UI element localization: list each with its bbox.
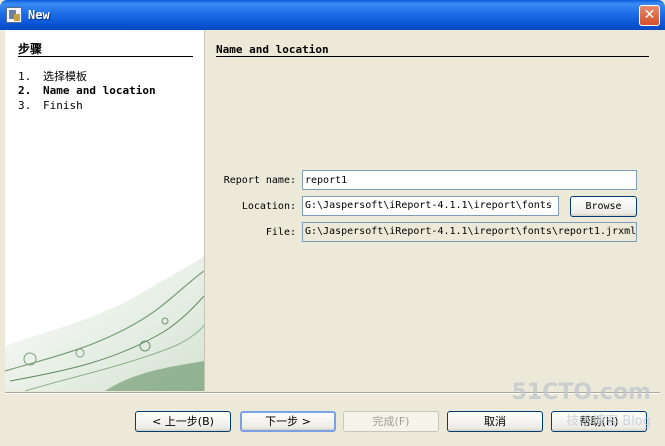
location-field[interactable]: G:\Jaspersoft\iReport-4.1.1\ireport\font… <box>302 196 559 216</box>
step-label: Name and location <box>43 84 156 97</box>
step-number: 2. <box>18 84 32 97</box>
browse-button[interactable]: Browse <box>570 196 637 217</box>
steps-panel: 步骤 1. 选择模板 2. Name and location 3. Finish <box>5 30 205 391</box>
finish-button[interactable]: 完成(F) <box>343 411 439 432</box>
step-number: 3. <box>18 99 32 112</box>
app-icon <box>6 7 22 23</box>
close-button[interactable]: ✕ <box>639 5 660 26</box>
next-button[interactable]: 下一步 > <box>240 411 336 432</box>
report-name-input[interactable] <box>302 170 637 190</box>
location-label: Location: <box>241 201 296 212</box>
watermark-subtitle: 技术博客 Blog <box>566 414 651 429</box>
close-icon: ✕ <box>643 7 656 23</box>
window-title: New <box>28 8 50 22</box>
step-label: Finish <box>43 99 83 112</box>
decorative-swirl-graphic <box>5 256 204 391</box>
title-bar[interactable]: New ✕ <box>0 0 665 30</box>
file-path-field: G:\Jaspersoft\iReport-4.1.1\ireport\font… <box>302 222 637 242</box>
steps-title: 步骤 <box>18 42 43 56</box>
section-title: Name and location <box>216 43 329 56</box>
steps-divider <box>18 56 193 57</box>
back-button[interactable]: < 上一步(B) <box>135 411 231 432</box>
new-report-dialog: New ✕ 步骤 1. 选择模板 2. Name and location 3. Fi… <box>0 0 665 446</box>
main-panel: Name and location Report name: Location:… <box>205 30 660 391</box>
step-label: 选择模板 <box>43 70 87 83</box>
cancel-button[interactable]: 取消 <box>447 411 543 432</box>
file-label: File: <box>265 227 296 238</box>
report-name-label: Report name: <box>223 175 296 186</box>
step-item-select-template: 1. 选择模板 <box>18 68 87 84</box>
step-item-name-and-location: 2. Name and location <box>18 84 156 97</box>
step-item-finish: 3. Finish <box>18 99 83 112</box>
watermark-logo: 51CTO.com <box>511 380 651 405</box>
step-number: 1. <box>18 70 32 83</box>
section-divider <box>216 56 649 57</box>
